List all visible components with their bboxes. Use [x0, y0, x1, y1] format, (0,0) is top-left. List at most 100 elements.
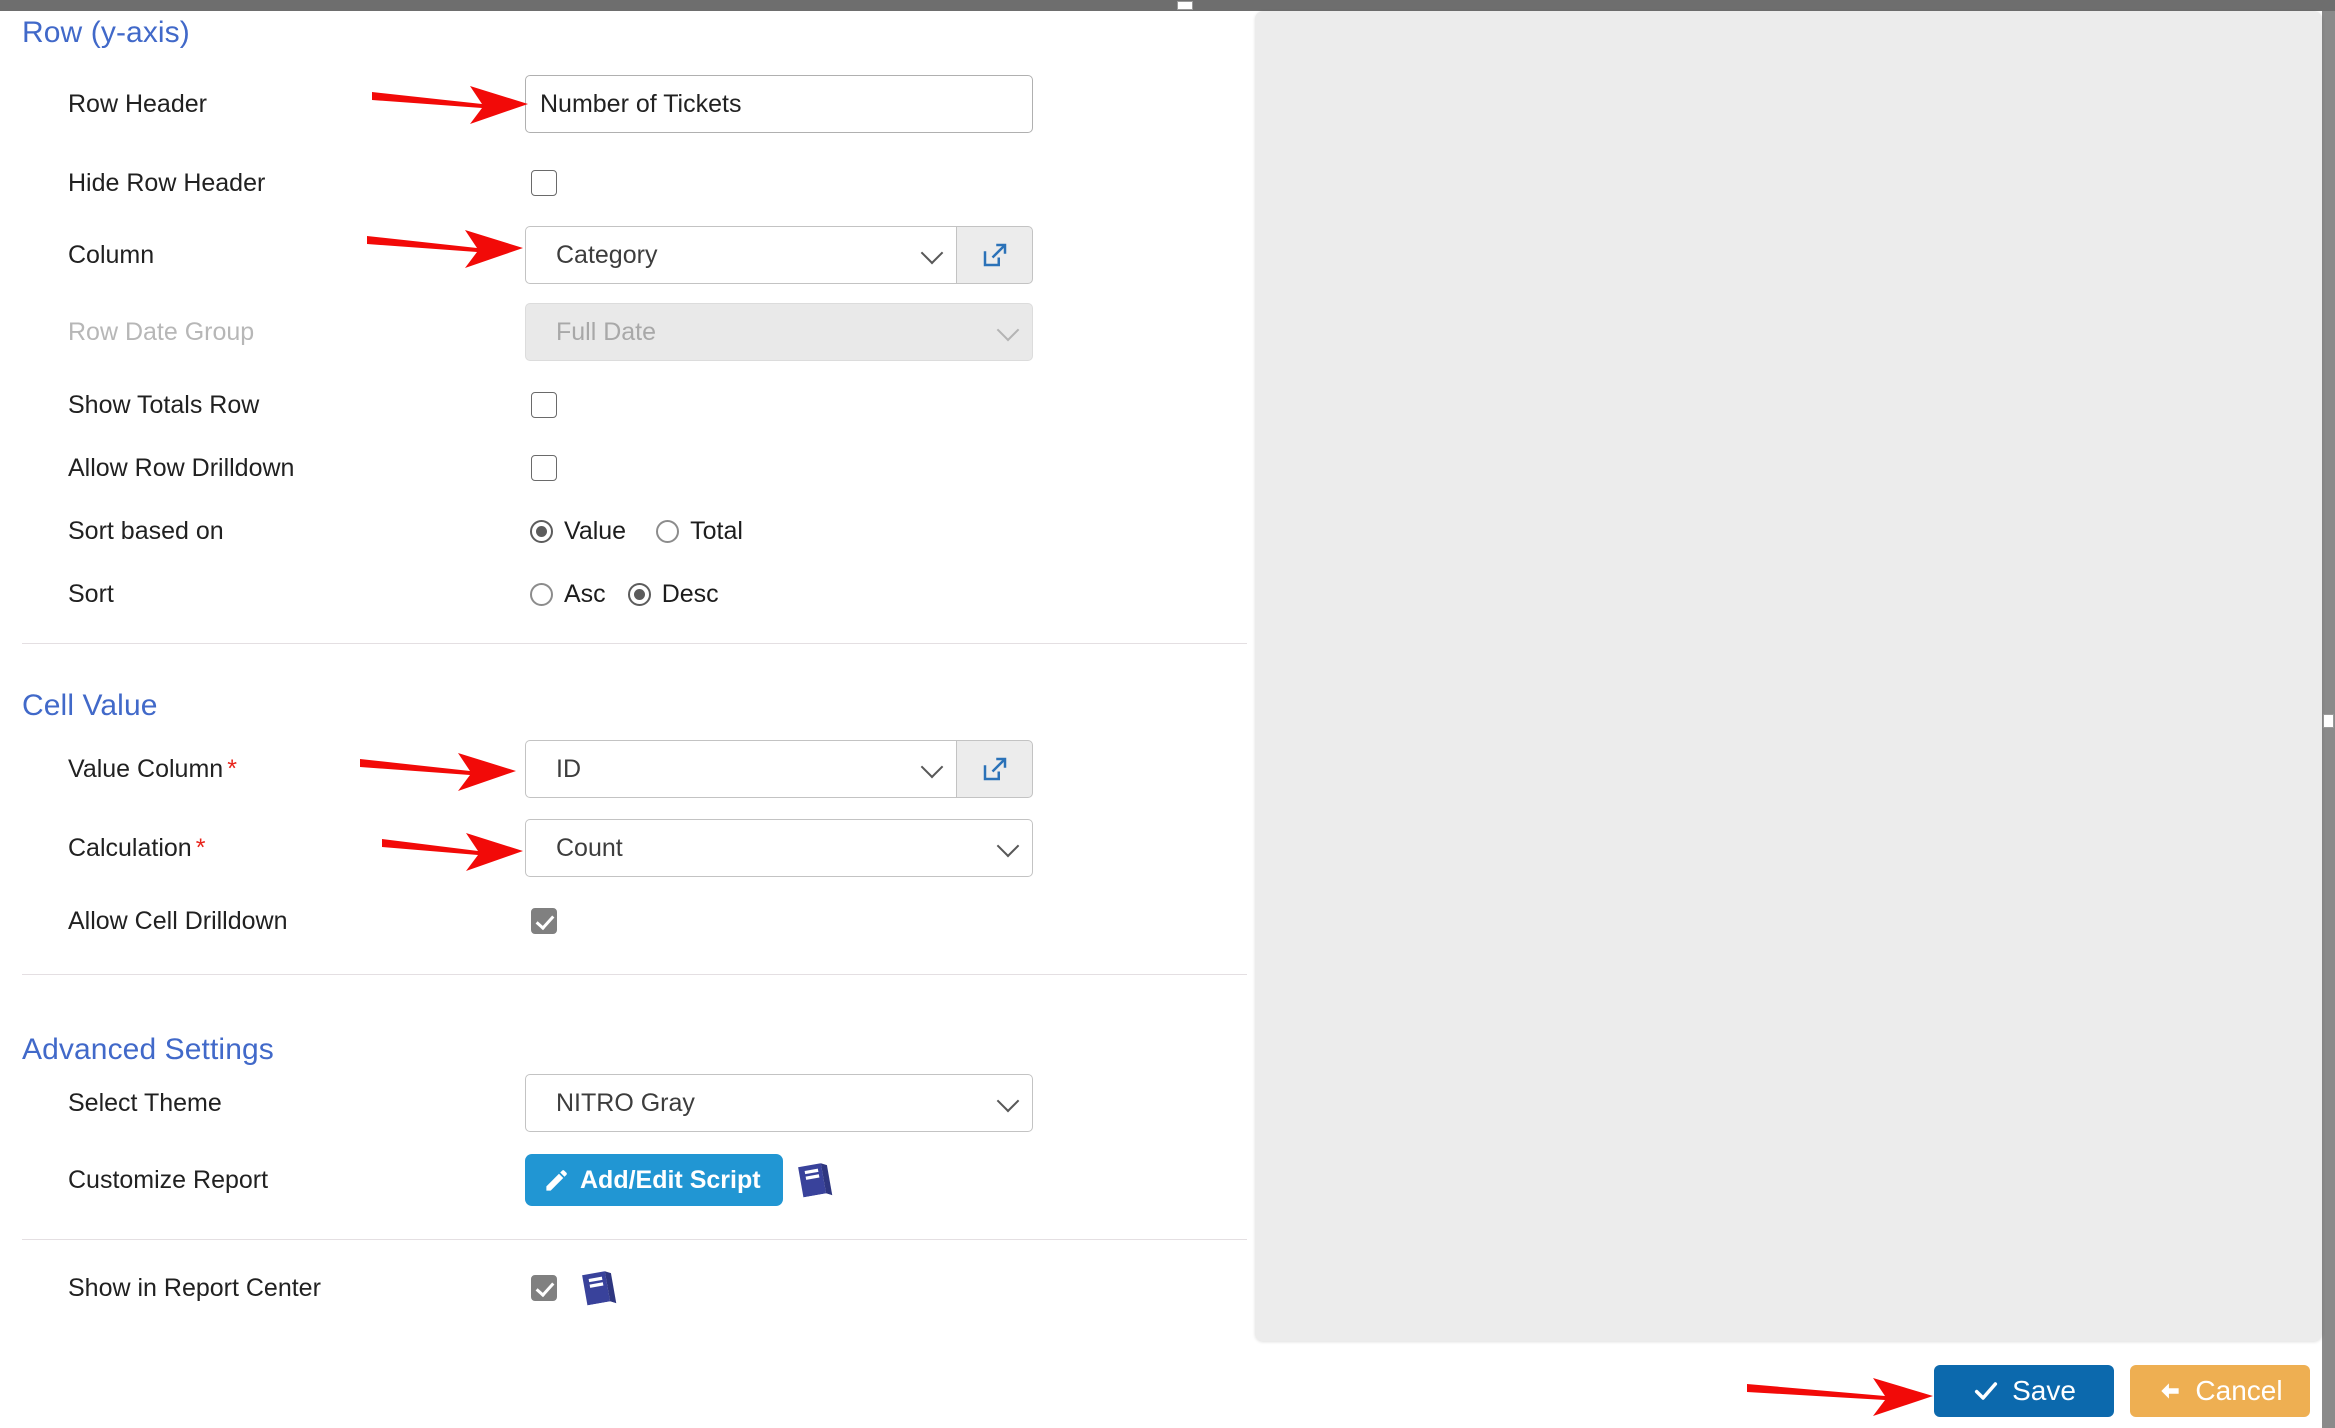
- show-in-report-center-checkbox[interactable]: [531, 1275, 557, 1301]
- book-icon[interactable]: [575, 1265, 621, 1311]
- divider-advanced-section: [22, 1239, 1247, 1240]
- external-link-icon: [983, 243, 1006, 267]
- pencil-icon: [546, 1169, 567, 1191]
- field-allow-row-drilldown: Allow Row Drilldown: [0, 448, 557, 488]
- section-title-advanced-settings: Advanced Settings: [22, 1033, 274, 1066]
- sort-based-on-option-total[interactable]: Total: [656, 517, 743, 546]
- field-column: Column Category: [0, 226, 1033, 284]
- sort-option-desc[interactable]: Desc: [627, 579, 719, 609]
- section-title-cell-value: Cell Value: [22, 689, 158, 722]
- allow-cell-drilldown-control: [525, 908, 557, 934]
- add-edit-script-label: Add/Edit Script: [580, 1165, 761, 1194]
- row-header-control: Number of Tickets: [525, 75, 1033, 133]
- allow-row-drilldown-label: Allow Row Drilldown: [68, 454, 295, 482]
- check-icon: [1974, 1382, 1998, 1400]
- section-title-row: Row (y-axis): [22, 16, 190, 49]
- select-theme-select[interactable]: NITRO Gray: [525, 1074, 1033, 1132]
- allow-row-drilldown-checkbox[interactable]: [531, 455, 557, 481]
- select-theme-label: Select Theme: [68, 1089, 222, 1117]
- calculation-control: Count: [525, 819, 1033, 877]
- customize-report-label: Customize Report: [68, 1166, 269, 1194]
- field-calculation: Calculation * Count: [0, 819, 1033, 877]
- value-column-select-value: ID: [556, 755, 581, 783]
- sort-based-on-radiogroup: Value Total: [525, 517, 743, 546]
- row-header-input[interactable]: Number of Tickets: [525, 75, 1033, 133]
- field-row-date-group: Row Date Group Full Date: [0, 303, 1033, 361]
- form-footer: Save Cancel: [1255, 1360, 2322, 1422]
- show-totals-row-control: [525, 392, 557, 418]
- chevron-down-icon: [996, 318, 1020, 342]
- sort-based-on-label: Sort based on: [68, 517, 224, 545]
- row-date-group-label: Row Date Group: [68, 318, 255, 346]
- value-column-select[interactable]: ID: [525, 740, 956, 798]
- hide-row-header-label: Hide Row Header: [68, 169, 266, 197]
- field-allow-cell-drilldown: Allow Cell Drilldown: [0, 901, 557, 941]
- chevron-down-icon: [920, 755, 944, 779]
- row-header-label: Row Header: [68, 90, 207, 118]
- customize-report-control: Add/Edit Script: [525, 1154, 837, 1206]
- show-totals-row-label: Show Totals Row: [68, 391, 260, 419]
- cancel-button-label: Cancel: [2195, 1375, 2283, 1406]
- add-edit-script-button[interactable]: Add/Edit Script: [525, 1154, 783, 1206]
- field-hide-row-header: Hide Row Header: [0, 163, 557, 203]
- field-select-theme: Select Theme NITRO Gray: [0, 1074, 1033, 1132]
- radio-value-label: Value: [564, 516, 627, 545]
- value-column-control: ID: [525, 740, 1033, 798]
- radio-desc-label: Desc: [661, 579, 719, 608]
- horizontal-scrollbar-thumb[interactable]: [1177, 1, 1193, 10]
- back-arrow-icon: [2161, 1383, 2180, 1399]
- select-theme-value: NITRO Gray: [556, 1089, 695, 1117]
- calculation-label-text: Calculation: [68, 834, 192, 862]
- column-select[interactable]: Category: [525, 226, 956, 284]
- calculation-label: Calculation *: [0, 833, 525, 863]
- value-column-open-external-button[interactable]: [956, 740, 1033, 798]
- allow-row-drilldown-control: [525, 455, 557, 481]
- allow-cell-drilldown-label: Allow Cell Drilldown: [68, 907, 288, 935]
- radio-desc[interactable]: [627, 582, 651, 606]
- hide-row-header-control: [525, 170, 557, 196]
- external-link-icon: [983, 757, 1006, 781]
- field-sort: Sort Asc Desc: [0, 574, 719, 614]
- column-open-external-button[interactable]: [956, 226, 1033, 284]
- column-label: Column: [68, 241, 155, 269]
- sort-label: Sort: [68, 580, 114, 608]
- chevron-down-icon: [996, 1089, 1020, 1113]
- sort-based-on-option-value[interactable]: Value: [530, 517, 626, 546]
- save-button-label: Save: [2012, 1375, 2076, 1406]
- save-button[interactable]: Save: [1934, 1365, 2114, 1417]
- field-show-totals-row: Show Totals Row: [0, 385, 557, 425]
- calculation-select[interactable]: Count: [525, 819, 1033, 877]
- radio-value[interactable]: [530, 519, 553, 543]
- required-marker: *: [227, 755, 237, 783]
- radio-total[interactable]: [656, 519, 680, 543]
- hide-row-header-checkbox[interactable]: [531, 170, 557, 196]
- row-date-group-control: Full Date: [525, 303, 1033, 361]
- divider-row-section: [22, 643, 1247, 644]
- divider-cell-value-section: [22, 974, 1247, 975]
- radio-total-label: Total: [690, 516, 743, 545]
- show-in-report-center-control: [525, 1265, 621, 1311]
- calculation-select-value: Count: [556, 834, 623, 862]
- value-column-label: Value Column *: [0, 754, 525, 784]
- row-date-group-value: Full Date: [556, 318, 657, 346]
- radio-asc[interactable]: [530, 582, 553, 606]
- vertical-scrollbar[interactable]: [2322, 11, 2335, 1428]
- chevron-down-icon: [996, 834, 1020, 858]
- column-control: Category: [525, 226, 1033, 284]
- field-show-in-report-center: Show in Report Center: [0, 1265, 621, 1311]
- field-row-header: Row Header Number of Tickets: [0, 75, 1033, 133]
- cancel-button[interactable]: Cancel: [2130, 1365, 2310, 1417]
- select-theme-control: NITRO Gray: [525, 1074, 1033, 1132]
- allow-cell-drilldown-checkbox[interactable]: [531, 908, 557, 934]
- field-value-column: Value Column * ID: [0, 740, 1033, 798]
- book-icon[interactable]: [791, 1157, 837, 1203]
- sort-option-asc[interactable]: Asc: [530, 580, 606, 609]
- chevron-down-icon: [920, 241, 944, 265]
- row-date-group-select: Full Date: [525, 303, 1033, 361]
- value-column-label-text: Value Column: [68, 755, 224, 783]
- show-in-report-center-label: Show in Report Center: [68, 1274, 321, 1302]
- sort-radiogroup: Asc Desc: [525, 580, 719, 609]
- show-totals-row-checkbox[interactable]: [531, 392, 557, 418]
- vertical-scrollbar-thumb[interactable]: [2323, 714, 2334, 728]
- horizontal-scrollbar[interactable]: [0, 0, 2335, 11]
